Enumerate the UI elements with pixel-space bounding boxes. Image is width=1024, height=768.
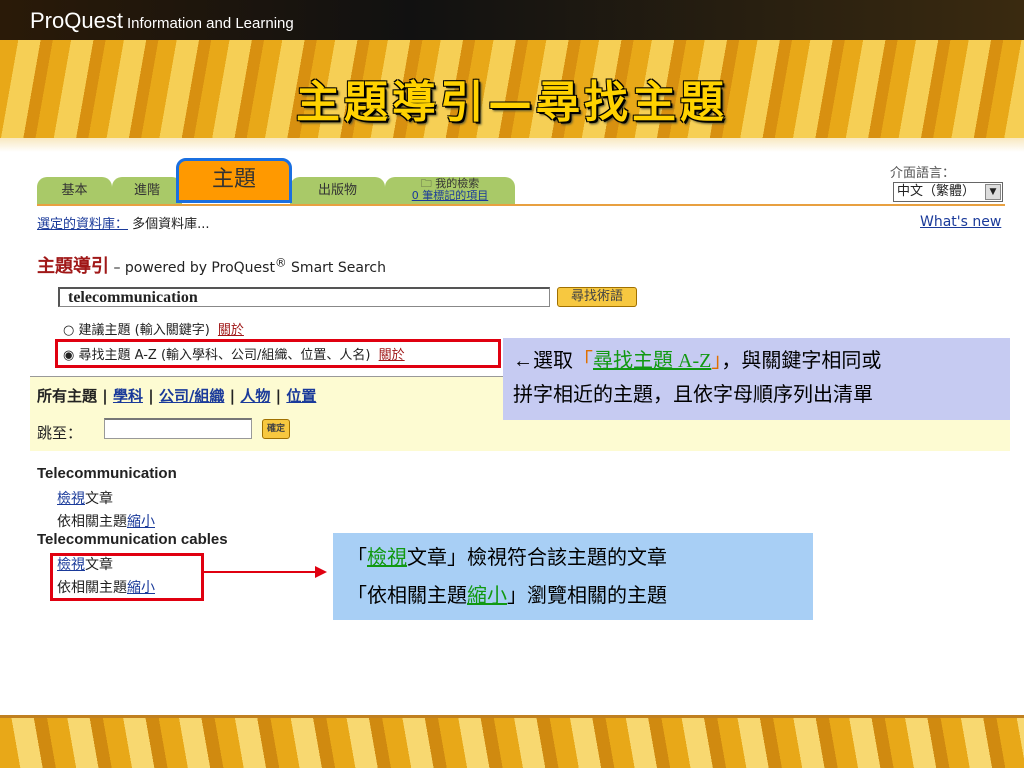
view-text: 文章 [85,491,113,507]
selected-database-value: 多個資料庫... [132,217,210,232]
guide-heading: 主題導引 – powered by ProQuest® Smart Search [37,252,386,278]
callout-text: 「依相關主題 [347,585,467,607]
proquest-logo: ProQuest Information and Learning [30,8,294,34]
language-value: 中文（繁體） [897,184,976,199]
separator: | [275,387,282,405]
tab-topics[interactable]: 主題 [176,158,292,203]
callout-view-narrow: 「檢視文章」檢視符合該主題的文章 「依相關主題縮小」瀏覽相關的主題 [333,533,813,620]
option-label: 建議主題 (輸入關鍵字) [78,323,210,338]
tab-publications[interactable]: 出版物 [290,177,385,204]
result-narrow: 依相關主題縮小 [57,511,155,531]
filter-all[interactable]: 所有主題 [37,387,97,405]
callout-text: ，與關鍵字相同或 [721,350,882,372]
top-bar: ProQuest Information and Learning [0,0,1024,40]
tab-divider [37,204,1005,206]
find-terms-button[interactable]: 尋找術語 [557,287,637,307]
callout-text: ←選取 [513,350,573,372]
powered-by: – powered by ProQuest [109,260,275,276]
registered-mark: ® [274,255,287,270]
result-view: 檢視文章 [57,488,113,508]
language-label: 介面語言： [890,166,956,181]
callout-text: 拼字相近的主題，且依字母順序列出清單 [513,384,873,406]
footer-banner [0,715,1024,768]
tab-label: 主題 [211,167,256,192]
result-title: Telecommunication [37,465,177,482]
chevron-down-icon[interactable]: ▼ [985,184,1001,200]
guide-title: 主題導引 [37,256,109,277]
tab-label: 出版物 [317,183,357,198]
option-suggest[interactable]: ○ 建議主題 (輸入關鍵字) 關於 [63,319,244,338]
jump-input[interactable] [104,418,252,439]
search-input[interactable]: telecommunication [58,287,550,307]
selected-database-link[interactable]: 選定的資料庫： [37,217,128,232]
callout-text: 」瀏覽相關的主題 [507,585,667,607]
jump-label: 跳至： [37,424,83,442]
callout-link-text: 檢視 [367,547,407,569]
quote: 」 [711,350,722,372]
separator: | [229,387,236,405]
filter-subject[interactable]: 學科 [113,387,143,405]
topic-filters: 所有主題 | 學科 | 公司/組織 | 人物 | 位置 [37,385,316,406]
callout-az: ←選取「尋找主題 A-Z」，與關鍵字相同或 拼字相近的主題，且依字母順序列出清單 [503,338,1010,420]
separator: | [148,387,154,405]
filter-people[interactable]: 人物 [240,387,270,405]
narrow-text: 依相關主題 [57,514,127,530]
highlight-box [50,553,204,601]
tab-label: 基本 [61,183,88,198]
highlight-box [55,339,501,368]
jump-ok-button[interactable]: 確定 [262,419,290,439]
brand-name: ProQuest [30,8,123,33]
arrow-right-icon [203,566,327,578]
radio-unchecked[interactable]: ○ [63,323,74,338]
callout-link-text: 尋找主題 A-Z [593,350,712,372]
narrow-link[interactable]: 縮小 [127,514,155,530]
powered-by-product: Smart Search [286,260,386,276]
view-articles-link[interactable]: 檢視 [57,491,85,507]
marked-items-link[interactable]: 0 筆標記的項目 [385,190,515,202]
filter-company[interactable]: 公司/組織 [159,387,224,405]
tab-label: 進階 [133,183,160,198]
callout-text: 文章」檢視符合該主題的文章 [407,547,667,569]
brand-subtitle: Information and Learning [126,15,294,32]
tab-basic[interactable]: 基本 [37,177,112,204]
tab-my-research[interactable]: 🗀 我的檢索 0 筆標記的項目 [385,177,515,204]
slide-title: 主題導引—尋找主題 [296,77,728,128]
tab-advanced[interactable]: 進階 [112,177,182,204]
quote: 「 [573,350,593,372]
whats-new-link[interactable]: What's new [920,214,1001,230]
about-link[interactable]: 關於 [218,323,244,338]
separator: | [102,387,108,405]
result-title: Telecommunication cables [37,531,228,548]
callout-link-text: 縮小 [467,585,507,607]
callout-text: 「 [347,547,367,569]
filter-location[interactable]: 位置 [286,387,316,405]
language-select[interactable]: 中文（繁體） ▼ [893,182,1003,202]
